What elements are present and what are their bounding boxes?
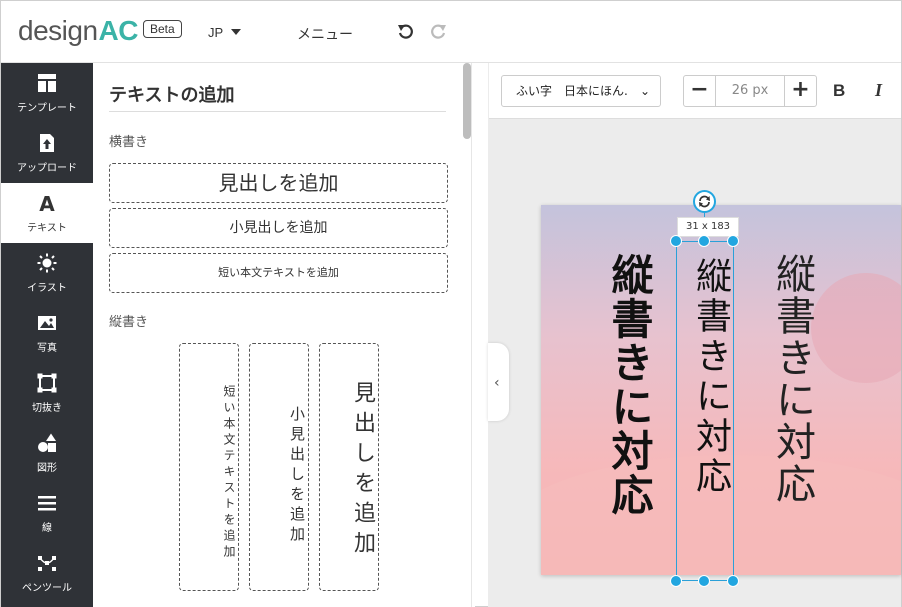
background-sun: [811, 273, 901, 383]
horizontal-section-label: 横書き: [109, 135, 149, 150]
text-panel: テキストの追加 横書き 見出しを追加 小見出しを追加 短い本文テキストを追加 縦…: [93, 63, 475, 607]
illustration-icon: [37, 253, 57, 273]
sidebar-label: ペンツール: [22, 583, 72, 594]
bold-button[interactable]: B: [833, 81, 845, 101]
beta-badge: Beta: [143, 20, 182, 38]
text-icon: A: [39, 193, 55, 213]
decrease-size-button[interactable]: −: [684, 76, 716, 106]
logo-text: design: [18, 15, 98, 46]
vertical-text-thin[interactable]: 縦書きに対応: [763, 253, 821, 505]
collapse-panel-button[interactable]: ‹: [488, 343, 509, 421]
sidebar-label: アップロード: [17, 163, 77, 174]
sidebar-label: テキスト: [27, 223, 67, 234]
add-vertical-heading-button[interactable]: 見出しを追加: [319, 343, 379, 591]
app-logo[interactable]: designAC: [18, 15, 138, 47]
resize-handle-top[interactable]: [698, 235, 710, 247]
resize-handle-bottom-right[interactable]: [727, 575, 739, 587]
add-body-text-button[interactable]: 短い本文テキストを追加: [109, 253, 448, 293]
font-name: ふい字 日本にほん.: [516, 84, 628, 98]
caret-down-icon: [231, 29, 242, 35]
vertical-heading-label: 見出しを追加: [350, 380, 375, 561]
menu-button[interactable]: メニュー: [297, 24, 353, 44]
sidebar: テンプレート アップロード A テキスト イラスト 写真 切抜き 図形 線 ペン…: [1, 63, 93, 607]
sidebar-label: 図形: [37, 463, 57, 474]
language-label: JP: [208, 25, 224, 40]
shapes-icon: [38, 433, 56, 452]
line-icon: [38, 496, 56, 511]
crop-icon: [37, 373, 57, 393]
upload-icon: [40, 134, 54, 152]
top-bar: designAC Beta JP メニュー: [1, 1, 901, 63]
scroll-track: [471, 63, 472, 607]
sidebar-label: 線: [42, 523, 52, 534]
resize-handle-bottom[interactable]: [698, 575, 710, 587]
add-vertical-body-button[interactable]: 短い本文テキストを追加: [179, 343, 239, 591]
sidebar-label: 切抜き: [32, 403, 62, 414]
sidebar-item-template[interactable]: テンプレート: [1, 63, 93, 123]
redo-icon[interactable]: [428, 22, 448, 42]
sidebar-item-line[interactable]: 線: [1, 483, 93, 543]
font-size-stepper: − 26 px +: [683, 75, 817, 107]
vertical-body-label: 短い本文テキストを追加: [222, 385, 236, 561]
font-size-input[interactable]: 26 px: [716, 76, 784, 106]
resize-handle-bottom-left[interactable]: [670, 575, 682, 587]
template-icon: [38, 74, 56, 92]
sidebar-item-upload[interactable]: アップロード: [1, 123, 93, 183]
panel-title: テキストの追加: [109, 85, 235, 106]
sidebar-item-photo[interactable]: 写真: [1, 303, 93, 363]
vertical-subheading-label: 小見出しを追加: [288, 406, 306, 546]
sidebar-item-illustration[interactable]: イラスト: [1, 243, 93, 303]
language-selector[interactable]: JP: [208, 25, 242, 40]
panel-scrollbar[interactable]: [463, 63, 471, 139]
divider: [109, 111, 446, 112]
sidebar-item-text[interactable]: A テキスト: [1, 183, 93, 243]
undo-icon[interactable]: [396, 22, 416, 42]
vertical-section-label: 縦書き: [109, 315, 149, 330]
sidebar-item-shapes[interactable]: 図形: [1, 423, 93, 483]
increase-size-button[interactable]: +: [784, 76, 816, 106]
rotate-icon: [699, 195, 710, 208]
sidebar-label: 写真: [37, 343, 57, 354]
add-heading-button[interactable]: 見出しを追加: [109, 163, 448, 203]
italic-button[interactable]: I: [875, 80, 882, 101]
logo-accent: AC: [98, 15, 139, 46]
add-vertical-subheading-button[interactable]: 小見出しを追加: [249, 343, 309, 591]
resize-handle-top-left[interactable]: [670, 235, 682, 247]
sidebar-label: テンプレート: [17, 103, 77, 114]
photo-icon: [38, 316, 56, 330]
sidebar-label: イラスト: [27, 283, 67, 294]
vertical-text-bold[interactable]: 縦書きに対応: [599, 253, 660, 517]
add-subheading-button[interactable]: 小見出しを追加: [109, 208, 448, 248]
text-toolbar: ふい字 日本にほん. ⌄ − 26 px + B I: [489, 63, 901, 119]
resize-handle-top-right[interactable]: [727, 235, 739, 247]
sidebar-item-pen-tool[interactable]: ペンツール: [1, 543, 93, 603]
selection-dimensions: 31 x 183: [677, 217, 739, 237]
selection-box[interactable]: [676, 241, 734, 581]
font-selector[interactable]: ふい字 日本にほん. ⌄: [501, 75, 661, 107]
pen-tool-icon: [38, 556, 56, 571]
rotate-handle[interactable]: [693, 190, 716, 213]
chevron-down-icon: ⌄: [639, 84, 650, 98]
sidebar-item-crop[interactable]: 切抜き: [1, 363, 93, 423]
svg-text:A: A: [39, 193, 55, 213]
chevron-left-icon: ‹: [494, 375, 500, 391]
